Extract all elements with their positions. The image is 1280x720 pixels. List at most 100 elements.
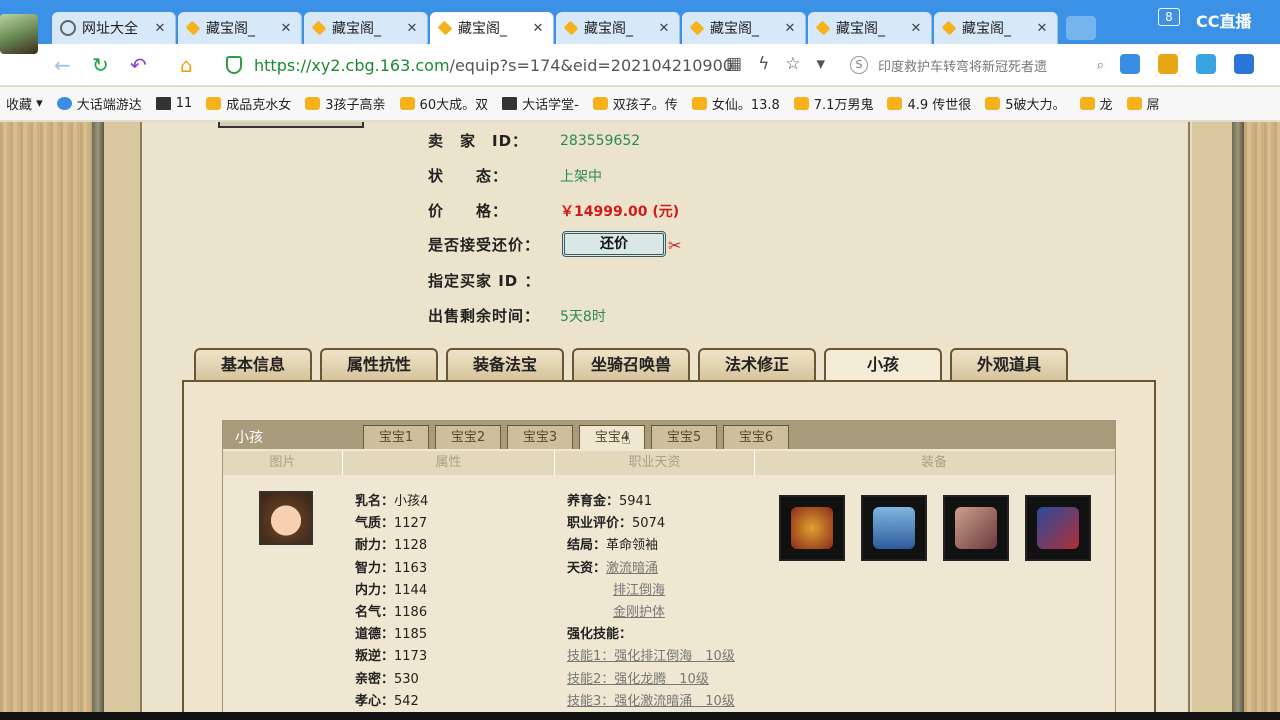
baby-tabs: 宝宝1 宝宝2 宝宝3 宝宝4 宝宝5 宝宝6 xyxy=(363,425,789,449)
back-icon[interactable]: ← xyxy=(54,53,71,77)
cbg-icon xyxy=(941,20,957,36)
tab-3[interactable]: 藏宝阁_ ✕ xyxy=(430,12,554,44)
new-tab-button[interactable] xyxy=(1066,16,1096,40)
bookmark-item[interactable]: 龙 xyxy=(1079,94,1113,113)
bookmark-item[interactable]: 3孩子高亲 xyxy=(305,94,386,113)
cbg-icon xyxy=(185,20,201,36)
skill-link[interactable]: 技能1：强化排江倒海 10级 xyxy=(567,649,735,664)
bookmark-item[interactable]: 收藏 ▾ xyxy=(6,94,43,113)
tab-count-badge[interactable]: 8 xyxy=(1158,8,1180,26)
tab-baby-3[interactable]: 宝宝3 xyxy=(507,425,573,449)
cbg-icon xyxy=(311,20,327,36)
page-content: 卖 家 ID： 283559652 状 态： 上架中 价 格： ￥14999.00 (… xyxy=(0,122,1280,712)
browser-window: 网址大全 ✕ 藏宝阁_ ✕ 藏宝阁_ ✕ 藏宝阁_ ✕ 藏宝阁_ ✕ 藏宝阁_ ✕ 藏宝阁_… xyxy=(0,0,1280,712)
cbg-icon xyxy=(815,20,831,36)
seller-id-row: 卖 家 ID： 283559652 xyxy=(428,132,641,150)
tab-spell-mods[interactable]: 法术修正 xyxy=(698,348,816,380)
bookmark-icon xyxy=(793,97,809,110)
decorative-rail xyxy=(92,122,104,712)
bookmark-item[interactable]: 5破大力。 xyxy=(985,94,1066,113)
counter-offer-button[interactable]: 还价 xyxy=(562,231,666,257)
grid-icon[interactable]: ▦ xyxy=(726,54,742,74)
equip-slot-1[interactable] xyxy=(779,495,845,561)
equipment-detail: 卖 家 ID： 283559652 状 态： 上架中 价 格： ￥14999.00 (… xyxy=(140,122,1190,712)
bookmark-item[interactable]: 女仙。13.8 xyxy=(691,94,780,113)
search-input[interactable]: S 印度救护车转弯将新冠死者遗 ⌕ xyxy=(850,50,1104,80)
attr-row: 智力：1163 xyxy=(355,560,428,576)
bookmark-icon xyxy=(1079,97,1095,110)
designated-buyer-row: 指定买家 ID ： xyxy=(428,272,541,290)
close-icon[interactable]: ✕ xyxy=(783,21,797,36)
bookmark-icon xyxy=(155,97,171,110)
bookmark-item[interactable]: 成品克水女 xyxy=(206,94,291,113)
tab-baby-6[interactable]: 宝宝6 xyxy=(723,425,789,449)
talent-link[interactable]: 激流暗涌 xyxy=(606,561,658,576)
reload-icon[interactable]: ↻ xyxy=(92,53,109,77)
equip-slot-4[interactable] xyxy=(1025,495,1091,561)
tab-4[interactable]: 藏宝阁_ ✕ xyxy=(556,12,680,44)
tab-6[interactable]: 藏宝阁_ ✕ xyxy=(808,12,932,44)
key-icon[interactable] xyxy=(1158,54,1178,74)
close-icon[interactable]: ✕ xyxy=(279,21,293,36)
search-icon[interactable]: ⌕ xyxy=(1097,58,1104,73)
tab-basic-info[interactable]: 基本信息 xyxy=(194,348,312,380)
bookmark-item[interactable]: 7.1万男鬼 xyxy=(793,94,873,113)
chevron-down-icon[interactable]: ▾ xyxy=(817,54,826,74)
tab-child[interactable]: 小孩 xyxy=(824,348,942,380)
talent-link[interactable]: 金刚护体 xyxy=(613,605,665,620)
tab-baby-1[interactable]: 宝宝1 xyxy=(363,425,429,449)
child-portrait[interactable] xyxy=(259,491,313,545)
tab-mounts-pets[interactable]: 坐骑召唤兽 xyxy=(572,348,690,380)
cc-live-logo: CC直播 xyxy=(1196,12,1252,31)
main-tabs: 基本信息 属性抗性 装备法宝 坐骑召唤兽 法术修正 小孩 外观道具 xyxy=(194,348,1068,380)
tab-baby-2[interactable]: 宝宝2 xyxy=(435,425,501,449)
bookmark-item[interactable]: 大话端游达 xyxy=(56,94,142,113)
bookmark-item[interactable]: 4.9 传世很 xyxy=(887,94,971,113)
undo-icon[interactable]: ↶ xyxy=(130,53,147,77)
tab-7[interactable]: 藏宝阁_ ✕ xyxy=(934,12,1058,44)
attr-row: 气质：1127 xyxy=(355,516,428,532)
bookmark-icon xyxy=(305,97,321,110)
tab-appearance[interactable]: 外观道具 xyxy=(950,348,1068,380)
skill-link[interactable]: 技能3：强化激流暗涌 10级 xyxy=(567,694,735,709)
attr-row: 叛逆：1173 xyxy=(355,649,428,665)
tab-equipment[interactable]: 装备法宝 xyxy=(446,348,564,380)
cbg-icon xyxy=(437,20,453,36)
tab-baby-5[interactable]: 宝宝5 xyxy=(651,425,717,449)
close-icon[interactable]: ✕ xyxy=(531,21,545,36)
bookmark-item[interactable]: 双孩子。传 xyxy=(592,94,678,113)
close-icon[interactable]: ✕ xyxy=(909,21,923,36)
child-title: 小孩 xyxy=(235,430,263,446)
extension-icon[interactable] xyxy=(1120,54,1140,74)
star-icon[interactable]: ☆ xyxy=(785,54,800,74)
counter-offer-row: 是否接受还价： 还价 ✂ xyxy=(428,231,684,257)
column-headers: 图片 属性 职业天资 装备 xyxy=(223,451,1115,475)
tab-1[interactable]: 藏宝阁_ ✕ xyxy=(178,12,302,44)
close-icon[interactable]: ✕ xyxy=(405,21,419,36)
tab-attributes[interactable]: 属性抗性 xyxy=(320,348,438,380)
talent-link[interactable]: 排江倒海 xyxy=(613,583,665,598)
bookmark-item[interactable]: 屌 xyxy=(1126,94,1160,113)
bookmark-icon xyxy=(985,97,1001,110)
window-icon[interactable] xyxy=(1234,54,1254,74)
equip-slot-2[interactable] xyxy=(861,495,927,561)
close-icon[interactable]: ✕ xyxy=(153,21,167,36)
url-path: /equip?s=174&eid=202104210900 xyxy=(449,55,733,75)
skill-link[interactable]: 技能2：强化龙腾 10级 xyxy=(567,672,709,687)
tab-baby-4[interactable]: 宝宝4 xyxy=(579,425,645,449)
tab-2[interactable]: 藏宝阁_ ✕ xyxy=(304,12,428,44)
bookmark-item[interactable]: 大话学堂- xyxy=(502,94,579,113)
attr-row: 亲密：530 xyxy=(355,671,419,687)
translate-icon[interactable] xyxy=(1196,54,1216,74)
col-talent: 职业天资 xyxy=(555,451,755,475)
close-icon[interactable]: ✕ xyxy=(1035,21,1049,36)
home-icon[interactable]: ⌂ xyxy=(180,53,193,77)
close-icon[interactable]: ✕ xyxy=(657,21,671,36)
tab-0[interactable]: 网址大全 ✕ xyxy=(52,12,176,44)
lightning-icon[interactable]: ϟ xyxy=(758,54,769,74)
equip-slot-3[interactable] xyxy=(943,495,1009,561)
tab-5[interactable]: 藏宝阁_ ✕ xyxy=(682,12,806,44)
bookmark-item[interactable]: 60大成。双 xyxy=(399,94,488,113)
user-avatar[interactable] xyxy=(0,14,38,54)
bookmark-item[interactable]: 11 xyxy=(155,96,192,111)
